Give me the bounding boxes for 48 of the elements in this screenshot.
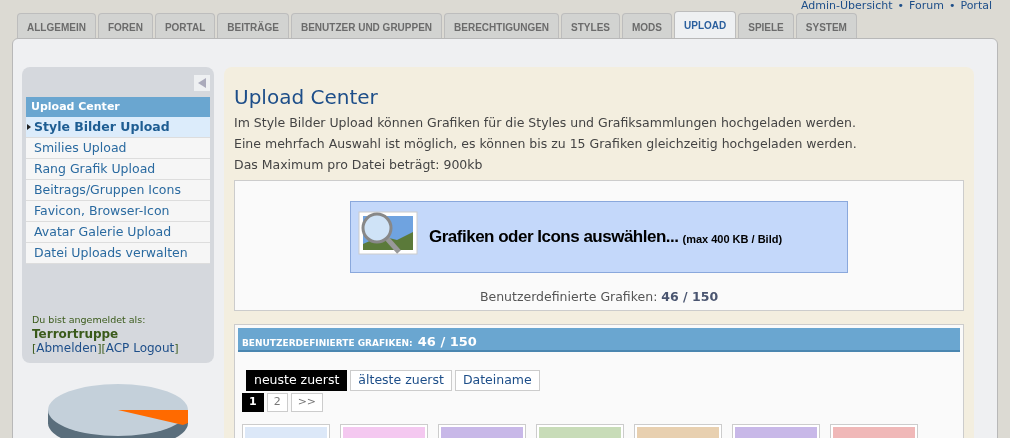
gallery-heading: BENUTZERDEFINIERTE GRAFIKEN: <box>242 338 413 348</box>
description-text: Im Style Bilder Upload können Grafiken für die Styles und Grafiksammlungen hochgeladen werden. <box>234 114 857 132</box>
tab[interactable]: STYLES <box>561 13 620 38</box>
page-title: Upload Center <box>234 85 379 109</box>
sidebar-item[interactable]: Rang Grafik Upload <box>26 159 210 180</box>
login-label: Du bist angemeldet als: <box>32 314 147 325</box>
tab[interactable]: UPLOAD <box>674 11 737 38</box>
upload-button[interactable]: Grafiken oder Icons auswählen... (max 400 KB / Bild) <box>350 201 848 273</box>
tab[interactable]: SYSTEM <box>795 13 857 38</box>
bullet-icon <box>27 124 31 130</box>
tab[interactable]: BEITRÄGE <box>217 13 289 38</box>
sidebar-item[interactable]: Datei Uploads verwalten <box>26 243 210 264</box>
top-link[interactable]: Portal <box>960 0 992 12</box>
logout-link[interactable]: ACP Logout <box>105 341 175 355</box>
sort-button[interactable]: neuste zuerst <box>246 370 348 391</box>
tab[interactable]: ALLGEMEIN <box>17 13 96 38</box>
description-text: Eine mehrfach Auswahl ist möglich, es können bis zu 15 Grafiken gleichzeitig hochgeladen werden. <box>234 135 858 153</box>
sidebar-item[interactable]: Favicon, Browser-Icon <box>26 201 210 222</box>
sidebar-heading: Upload Center <box>26 97 210 117</box>
page-button[interactable]: >> <box>290 393 324 412</box>
sort-button[interactable]: älteste zuerst <box>350 370 452 391</box>
separator-dot: • <box>897 0 904 12</box>
tab[interactable]: BENUTZER UND GRUPPEN <box>290 13 443 38</box>
tab[interactable]: MODS <box>622 13 672 38</box>
page-button[interactable]: 2 <box>266 393 288 412</box>
gallery-count: 46 / 150 <box>417 334 477 349</box>
sidebar-item[interactable]: Beitrags/Gruppen Icons <box>26 180 210 201</box>
triangle-left-icon <box>197 78 207 88</box>
sidebar-item[interactable]: Style Bilder Upload <box>26 117 210 138</box>
username: Terrortruppe <box>32 327 120 341</box>
count-text: Benutzerdefinierte Grafiken: 46 / 150 <box>479 289 719 304</box>
tab[interactable]: SPIELE <box>738 13 794 38</box>
separator-dot: • <box>948 0 956 12</box>
bracket: [ <box>32 342 37 355</box>
bracket: ] <box>97 342 102 355</box>
logout-link[interactable]: Abmelden <box>36 341 98 355</box>
bracket: [ <box>101 342 106 355</box>
top-link[interactable]: Forum <box>909 0 944 12</box>
tab[interactable]: BERECHTIGUNGEN <box>444 13 560 38</box>
sidebar-item[interactable]: Avatar Galerie Upload <box>26 222 210 243</box>
description-text: Das Maximum pro Datei beträgt: 900kb <box>234 156 484 174</box>
page-button[interactable]: 1 <box>242 393 264 412</box>
bracket: ] <box>174 342 179 355</box>
tab[interactable]: PORTAL <box>154 13 216 38</box>
sort-button[interactable]: Dateiname <box>454 370 540 391</box>
collapse-button[interactable] <box>194 75 210 91</box>
sidebar-item[interactable]: Smilies Upload <box>26 138 210 159</box>
tab[interactable]: FOREN <box>97 13 153 38</box>
